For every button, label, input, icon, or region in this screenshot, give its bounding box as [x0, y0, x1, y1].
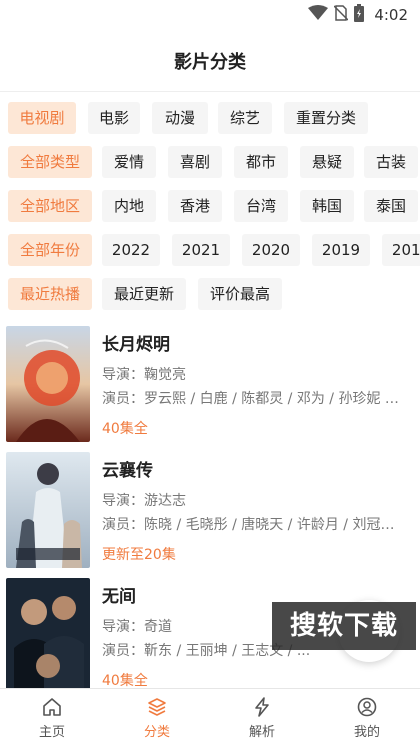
battery-icon: [354, 4, 365, 26]
tab-category[interactable]: 分类: [117, 693, 197, 743]
movie-status: 40集全: [102, 421, 148, 437]
tab-home[interactable]: 主页: [12, 693, 92, 743]
bottom-tab-bar: 主页 分类 解析 我的: [0, 688, 420, 746]
chip-category-anime[interactable]: 动漫: [152, 102, 208, 134]
tab-label: 解析: [248, 725, 275, 740]
title-bar: 影片分类: [0, 30, 420, 92]
no-sim-icon: [333, 5, 349, 25]
tab-mine[interactable]: 我的: [327, 693, 407, 743]
movie-poster[interactable]: [6, 452, 90, 568]
filter-row-genre: 全部类型 爱情 喜剧 都市 悬疑 古装: [0, 146, 420, 180]
movie-item[interactable]: 云襄传 导演：游达志 演员：陈晓 / 毛晓彤 / 唐晓天 / 许龄月 / 刘冠麟…: [0, 448, 420, 568]
chip-genre-costume[interactable]: 古装: [364, 146, 418, 178]
chip-region-mainland[interactable]: 内地: [102, 190, 156, 222]
chip-sort-hot[interactable]: 最近热播: [8, 278, 92, 310]
status-icons: 4:02: [308, 4, 408, 26]
chip-category-movie[interactable]: 电影: [88, 102, 140, 134]
movie-item[interactable]: 长月烬明 导演：鞠觉亮 演员：罗云熙 / 白鹿 / 陈都灵 / 邓为 / 孙珍妮…: [0, 322, 420, 442]
chip-region-hongkong[interactable]: 香港: [168, 190, 222, 222]
lightning-icon: [255, 697, 269, 717]
chip-genre-comedy[interactable]: 喜剧: [168, 146, 222, 178]
movie-poster[interactable]: [6, 326, 90, 442]
movie-title: 长月烬明: [102, 335, 170, 355]
movie-title: 云襄传: [102, 461, 153, 481]
wifi-icon: [308, 5, 329, 25]
movie-cast: 演员：罗云熙 / 白鹿 / 陈都灵 / 邓为 / 孙珍妮 / ...: [102, 391, 402, 407]
chip-year-2019[interactable]: 2019: [312, 234, 370, 266]
status-bar: 4:02: [0, 0, 420, 30]
status-time: 4:02: [374, 6, 408, 24]
chip-sort-rating[interactable]: 评价最高: [198, 278, 282, 310]
chip-genre-suspense[interactable]: 悬疑: [300, 146, 354, 178]
home-icon: [43, 698, 61, 716]
chip-year-2018[interactable]: 2018: [382, 234, 420, 266]
tab-label: 主页: [38, 725, 65, 740]
tab-parse[interactable]: 解析: [222, 693, 302, 743]
movie-director: 导演：游达志: [102, 493, 186, 509]
chip-genre-urban[interactable]: 都市: [234, 146, 288, 178]
chip-year-2022[interactable]: 2022: [102, 234, 160, 266]
movie-cast: 演员：陈晓 / 毛晓彤 / 唐晓天 / 许龄月 / 刘冠麟...: [102, 517, 402, 533]
chip-region-korea[interactable]: 韩国: [300, 190, 354, 222]
tab-label: 我的: [353, 725, 380, 740]
watermark-logo: 搜软下载: [272, 602, 416, 650]
filter-row-region: 全部地区 内地 香港 台湾 韩国 泰国: [0, 190, 420, 224]
filter-row-category: 电视剧 电影 动漫 综艺 重置分类: [0, 102, 420, 136]
chip-region-thailand[interactable]: 泰国: [364, 190, 418, 222]
reset-category-button[interactable]: 重置分类: [284, 102, 368, 134]
chip-region-taiwan[interactable]: 台湾: [234, 190, 288, 222]
chip-genre-romance[interactable]: 爱情: [102, 146, 156, 178]
chip-year-2020[interactable]: 2020: [242, 234, 300, 266]
movie-director: 导演：鞠觉亮: [102, 367, 186, 383]
chip-sort-latest[interactable]: 最近更新: [102, 278, 186, 310]
layers-icon: [148, 698, 166, 716]
movie-status: 40集全: [102, 673, 148, 688]
chip-category-variety[interactable]: 综艺: [218, 102, 272, 134]
chip-category-tv[interactable]: 电视剧: [8, 102, 76, 134]
movie-title: 无间: [102, 587, 136, 607]
filter-row-year: 全部年份 2022 2021 2020 2019 2018: [0, 234, 420, 268]
page-title: 影片分类: [174, 51, 246, 73]
user-icon: [357, 697, 377, 717]
chip-year-all[interactable]: 全部年份: [8, 234, 92, 266]
movie-status: 更新至20集: [102, 547, 176, 563]
chip-region-all[interactable]: 全部地区: [8, 190, 92, 222]
chip-year-2021[interactable]: 2021: [172, 234, 230, 266]
movie-poster[interactable]: [6, 578, 90, 688]
filter-row-sort: 最近热播 最近更新 评价最高: [0, 278, 420, 312]
tab-label: 分类: [143, 725, 170, 740]
chip-genre-all[interactable]: 全部类型: [8, 146, 92, 178]
